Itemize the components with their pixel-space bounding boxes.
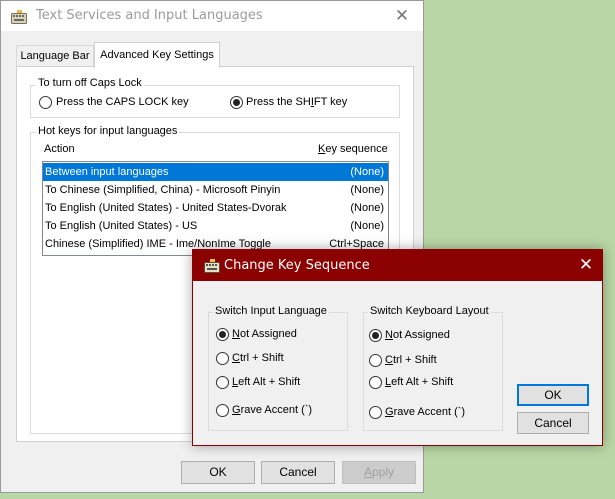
- hotkey-row[interactable]: To English (United States) - United Stat…: [43, 199, 388, 217]
- dialog-title: Change Key Sequence: [224, 258, 370, 273]
- close-icon[interactable]: ✕: [575, 256, 597, 274]
- input-left-alt-shift-radio[interactable]: [216, 376, 229, 389]
- hotkey-row[interactable]: To Chinese (Simplified, China) - Microso…: [43, 181, 388, 199]
- hotkey-sequence: (None): [350, 166, 384, 178]
- layout-left-alt-shift-radio[interactable]: [369, 376, 382, 389]
- layout-left-alt-shift-label[interactable]: Left Alt + Shift: [385, 376, 453, 388]
- layout-ctrl-shift-radio[interactable]: [369, 354, 382, 367]
- ok-button[interactable]: OK: [181, 461, 255, 484]
- keyboard-icon: [11, 10, 27, 24]
- hotkeys-legend: Hot keys for input languages: [36, 125, 180, 137]
- hotkey-sequence: (None): [350, 220, 384, 232]
- shift-radio[interactable]: [230, 96, 243, 109]
- layout-not-assigned-radio[interactable]: [369, 329, 382, 342]
- change-key-sequence-dialog: Change Key Sequence ✕ Switch Input Langu…: [192, 249, 603, 446]
- dialog-ok-button[interactable]: OK: [517, 384, 589, 406]
- hotkey-action: To English (United States) - US: [45, 220, 198, 232]
- hotkey-row[interactable]: Between input languages (None): [43, 163, 388, 181]
- layout-not-assigned-label[interactable]: Not Assigned: [385, 329, 450, 341]
- window-title: Text Services and Input Languages: [36, 8, 263, 23]
- switch-keyboard-layout-legend: Switch Keyboard Layout: [368, 305, 491, 317]
- hotkey-action: Between input languages: [45, 166, 169, 178]
- input-not-assigned-label[interactable]: Not Assigned: [232, 328, 297, 340]
- layout-grave-accent-radio[interactable]: [369, 406, 382, 419]
- column-header-key-sequence: Key sequence: [318, 143, 388, 155]
- hotkey-action: To Chinese (Simplified, China) - Microso…: [45, 184, 281, 196]
- hotkey-sequence: (None): [350, 202, 384, 214]
- keyboard-icon: [204, 259, 220, 273]
- dialog-titlebar[interactable]: Change Key Sequence ✕: [193, 250, 602, 281]
- hotkey-row[interactable]: To English (United States) - US (None): [43, 217, 388, 235]
- main-titlebar[interactable]: Text Services and Input Languages ✕: [1, 1, 423, 31]
- switch-input-language-legend: Switch Input Language: [213, 305, 329, 317]
- column-header-action: Action: [44, 143, 75, 155]
- caps-lock-radio[interactable]: [39, 96, 52, 109]
- dialog-cancel-button[interactable]: Cancel: [517, 412, 589, 434]
- input-not-assigned-radio[interactable]: [216, 328, 229, 341]
- close-icon[interactable]: ✕: [391, 7, 413, 25]
- input-ctrl-shift-label[interactable]: Ctrl + Shift: [232, 352, 284, 364]
- capslock-legend: To turn off Caps Lock: [36, 77, 144, 89]
- input-ctrl-shift-radio[interactable]: [216, 352, 229, 365]
- input-grave-accent-radio[interactable]: [216, 404, 229, 417]
- apply-button[interactable]: Apply: [342, 461, 416, 484]
- cancel-button[interactable]: Cancel: [261, 461, 335, 484]
- shift-radio-label[interactable]: Press the SHIFT key: [246, 96, 347, 108]
- layout-grave-accent-label[interactable]: Grave Accent (`): [385, 406, 465, 418]
- tab-language-bar[interactable]: Language Bar: [16, 45, 94, 67]
- layout-ctrl-shift-label[interactable]: Ctrl + Shift: [385, 354, 437, 366]
- hotkeys-list[interactable]: Between input languages (None) To Chines…: [42, 161, 389, 256]
- hotkey-action: To English (United States) - United Stat…: [45, 202, 287, 214]
- input-grave-accent-label[interactable]: Grave Accent (`): [232, 404, 312, 416]
- tab-advanced-key-settings[interactable]: Advanced Key Settings: [94, 42, 220, 68]
- input-left-alt-shift-label[interactable]: Left Alt + Shift: [232, 376, 300, 388]
- hotkey-sequence: (None): [350, 184, 384, 196]
- caps-lock-radio-label[interactable]: Press the CAPS LOCK key: [56, 96, 189, 108]
